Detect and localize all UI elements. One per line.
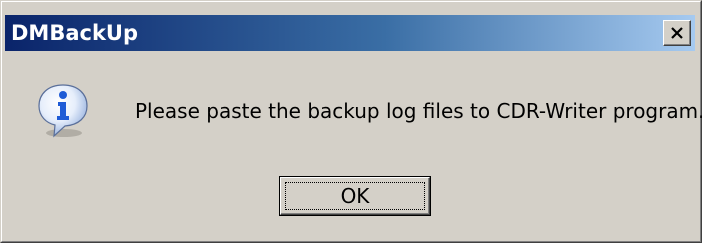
close-icon [671,26,683,39]
ok-button[interactable]: OK [279,176,431,216]
title-bar[interactable]: DMBackUp [5,15,695,51]
dialog-message: Please paste the backup log files to CDR… [135,99,702,123]
information-icon [38,84,88,138]
window-title: DMBackUp [11,21,139,45]
close-button[interactable] [663,20,691,46]
ok-button-label: OK [340,184,370,208]
message-dialog: DMBackUp Please paste the backup log fil… [0,0,702,243]
